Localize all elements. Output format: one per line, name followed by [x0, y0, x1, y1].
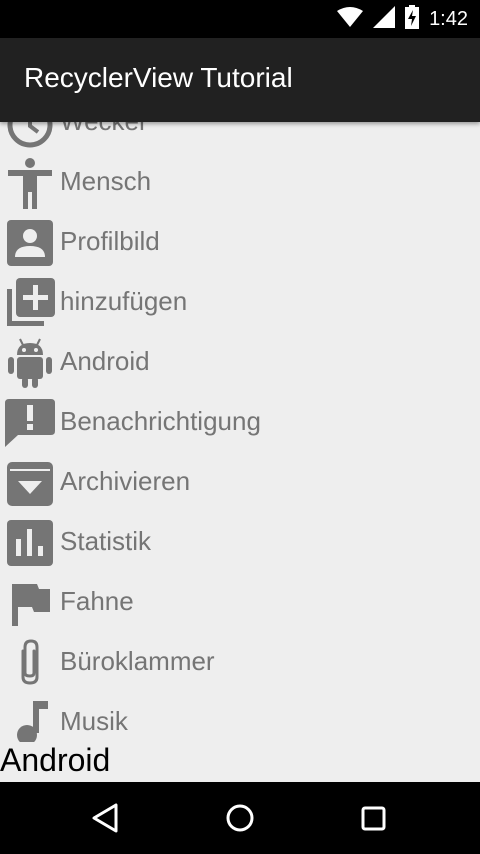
list-item[interactable]: Profilbild: [0, 212, 480, 272]
music-note-icon: [4, 697, 56, 742]
action-bar: RecyclerView Tutorial: [0, 38, 480, 122]
signal-icon: [373, 6, 396, 32]
item-label: Wecker: [60, 122, 148, 137]
status-bar: 1:42: [0, 0, 480, 38]
app-title: RecyclerView Tutorial: [24, 62, 293, 93]
list-item[interactable]: Musik: [0, 692, 480, 742]
list-item[interactable]: Mensch: [0, 152, 480, 212]
alarm-icon: [4, 122, 56, 149]
recents-icon[interactable]: [355, 800, 391, 836]
item-label: Mensch: [60, 166, 152, 196]
list-item[interactable]: Wecker: [0, 122, 480, 152]
status-icons: 1:42: [337, 5, 468, 33]
archive-icon: [4, 457, 56, 509]
list-item[interactable]: Fahne: [0, 572, 480, 632]
battery-charging-icon: [405, 5, 420, 33]
add-to-photos-icon: [4, 277, 56, 329]
flag-icon: [4, 577, 56, 629]
list-item[interactable]: Statistik: [0, 512, 480, 572]
item-label: Musik: [60, 706, 128, 736]
chart-icon: [4, 517, 56, 569]
attachment-icon: [4, 637, 56, 689]
navigation-bar: [0, 782, 480, 854]
home-icon[interactable]: [222, 800, 258, 836]
item-label: Android: [60, 346, 150, 376]
item-label: Büroklammer: [60, 646, 215, 676]
item-label: Profilbild: [60, 226, 160, 256]
wifi-icon: [337, 7, 364, 31]
item-label: Fahne: [60, 586, 134, 616]
status-time: 1:42: [429, 8, 468, 30]
list-item[interactable]: Benachrichtigung: [0, 392, 480, 452]
list-item[interactable]: Android: [0, 332, 480, 392]
recycler-list[interactable]: Wecker Mensch: [0, 122, 480, 742]
accessibility-icon: [4, 157, 56, 209]
footer-text: Android: [0, 742, 111, 778]
item-label: Archivieren: [60, 466, 191, 496]
list-item[interactable]: Archivieren: [0, 452, 480, 512]
announcement-icon: [4, 397, 56, 449]
list-item[interactable]: hinzufügen: [0, 272, 480, 332]
item-label: hinzufügen: [60, 286, 188, 316]
item-label: Benachrichtigung: [60, 406, 261, 436]
back-icon[interactable]: [88, 800, 124, 836]
account-box-icon: [4, 217, 56, 269]
list-item[interactable]: Büroklammer: [0, 632, 480, 692]
android-icon: [4, 337, 56, 389]
item-label: Statistik: [60, 526, 152, 556]
